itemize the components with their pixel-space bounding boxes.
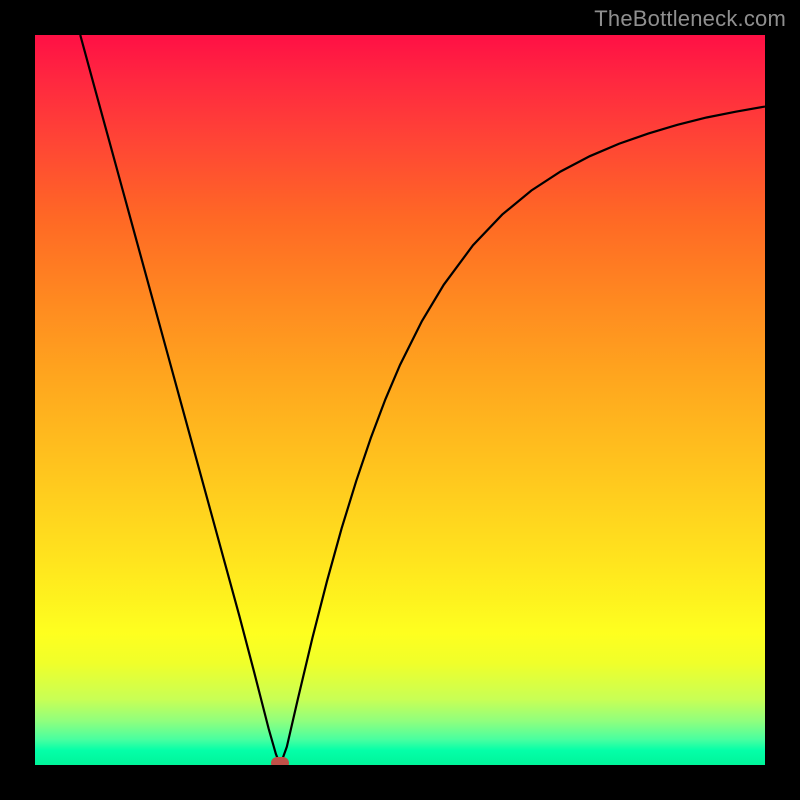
plot-area (35, 35, 765, 765)
watermark-text: TheBottleneck.com (594, 6, 786, 32)
chart-canvas: TheBottleneck.com (0, 0, 800, 800)
optimal-point-marker (271, 757, 289, 765)
curve-layer (35, 35, 765, 765)
bottleneck-curve (80, 35, 765, 765)
